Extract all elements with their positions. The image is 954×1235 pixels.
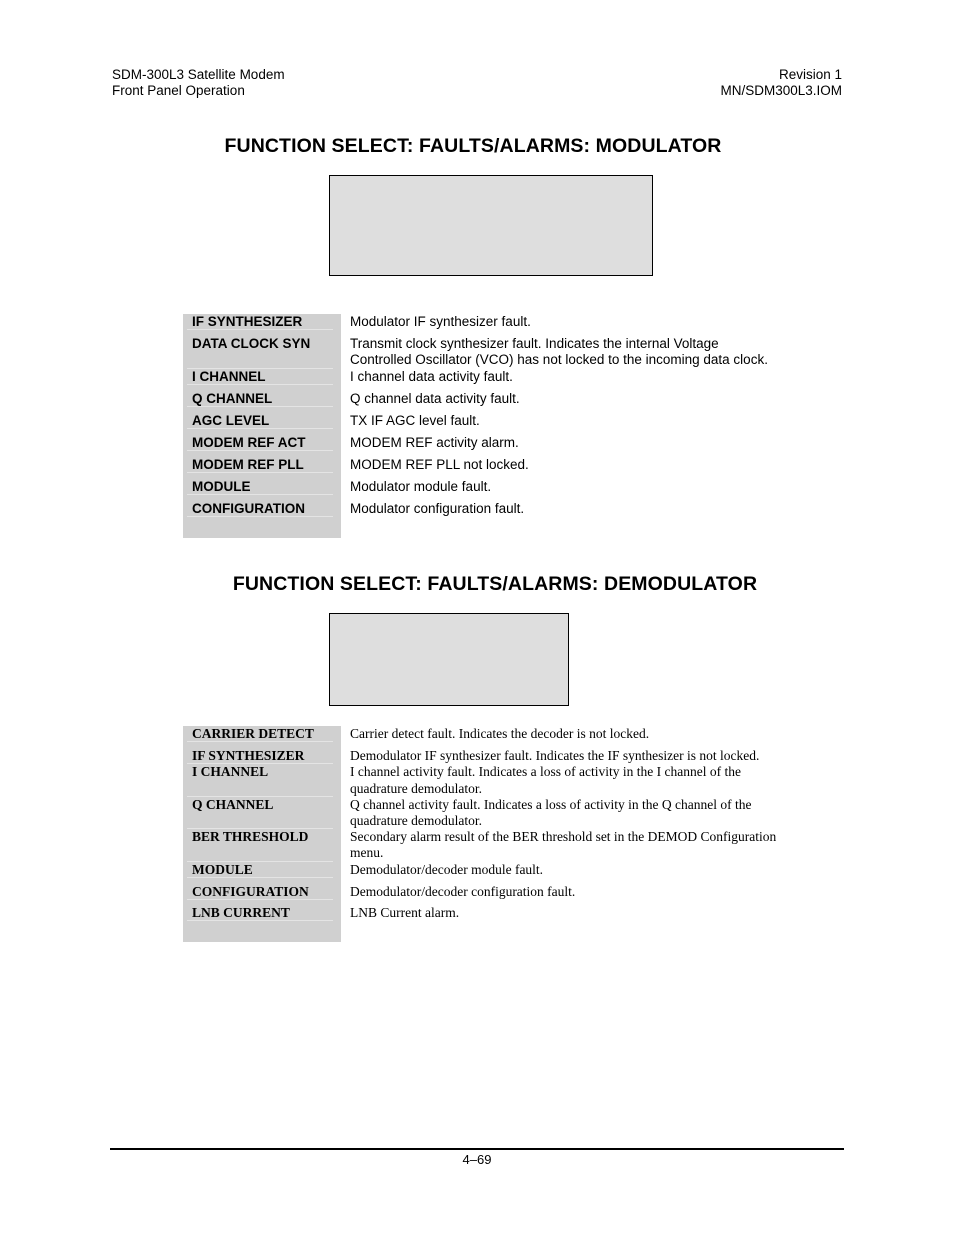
table-row: MODEM REF ACT MODEM REF activity alarm. bbox=[183, 434, 783, 452]
fault-description: I channel data activity fault. bbox=[350, 368, 513, 384]
fault-name: MODEM REF PLL bbox=[183, 457, 341, 474]
fault-description: Modulator IF synthesizer fault. bbox=[350, 314, 531, 329]
chapter-title: Front Panel Operation bbox=[112, 83, 245, 98]
table-row: AGC LEVEL TX IF AGC level fault. bbox=[183, 412, 783, 430]
fault-description: Demodulator IF synthesizer fault. Indica… bbox=[350, 748, 760, 764]
fault-description: Transmit clock synthesizer fault. Indica… bbox=[350, 336, 768, 368]
fault-name: MODULE bbox=[183, 862, 341, 879]
table-row: MODULE Modulator module fault. bbox=[183, 478, 783, 496]
fault-name: BER THRESHOLD bbox=[183, 829, 341, 863]
fault-name: MODEM REF ACT bbox=[183, 435, 341, 452]
table-row: I CHANNEL I channel activity fault. Indic… bbox=[183, 764, 783, 798]
fault-description: LNB Current alarm. bbox=[350, 905, 460, 921]
table-row: DATA CLOCK SYN Transmit clock synthesizer… bbox=[183, 336, 783, 369]
modulator-faults-table: IF SYNTHESIZER Modulator IF synthesizer f… bbox=[183, 314, 783, 538]
fault-description: Modulator module fault. bbox=[350, 478, 492, 494]
fault-description: Demodulator/decoder module fault. bbox=[350, 861, 544, 877]
fault-name: Q CHANNEL bbox=[183, 797, 341, 830]
table-row: IF SYNTHESIZER Demodulator IF synthesizer… bbox=[183, 748, 783, 765]
page-number: 4–69 bbox=[462, 1152, 492, 1167]
fault-name: MODULE bbox=[183, 479, 341, 496]
table-row: CARRIER DETECT Carrier detect fault. Indi… bbox=[183, 726, 783, 743]
demodulator-section-title: FUNCTION SELECT: FAULTS/ALARMS: DEMODULA… bbox=[232, 573, 758, 595]
table-row: LNB CURRENT LNB Current alarm. bbox=[183, 905, 783, 922]
fault-name: IF SYNTHESIZER bbox=[183, 314, 341, 331]
fault-name: DATA CLOCK SYN bbox=[183, 336, 341, 369]
table-row: CONFIGURATION Modulator configuration fau… bbox=[183, 500, 783, 518]
fault-description: Demodulator/decoder configuration fault. bbox=[350, 883, 576, 899]
fault-description: Secondary alarm result of the BER thresh… bbox=[350, 829, 777, 861]
fault-description: Modulator configuration fault. bbox=[350, 500, 525, 516]
fault-name: CONFIGURATION bbox=[183, 884, 341, 901]
table-row: I CHANNEL I channel data activity fault. bbox=[183, 368, 783, 386]
document-number: MN/SDM300L3.IOM bbox=[720, 83, 842, 98]
table-row: IF SYNTHESIZER Modulator IF synthesizer f… bbox=[183, 314, 783, 331]
fault-name: IF SYNTHESIZER bbox=[183, 748, 341, 765]
fault-name: AGC LEVEL bbox=[183, 413, 341, 430]
table-row: MODULE Demodulator/decoder module fault. bbox=[183, 861, 783, 879]
table-row: CONFIGURATION Demodulator/decoder configu… bbox=[183, 883, 783, 901]
fault-description: Carrier detect fault. Indicates the deco… bbox=[350, 726, 650, 741]
table-row: Q CHANNEL Q channel data activity fault. bbox=[183, 390, 783, 408]
modulator-rows: IF SYNTHESIZER Modulator IF synthesizer f… bbox=[183, 314, 783, 518]
fault-description: Q channel data activity fault. bbox=[350, 390, 520, 406]
fault-description: Q channel activity fault. Indicates a lo… bbox=[350, 796, 752, 829]
modulator-lcd-display bbox=[329, 175, 653, 276]
fault-description: MODEM REF activity alarm. bbox=[350, 434, 519, 450]
demodulator-faults-table: CARRIER DETECT Carrier detect fault. Indi… bbox=[183, 726, 783, 942]
demodulator-rows: CARRIER DETECT Carrier detect fault. Indi… bbox=[183, 726, 783, 922]
header-left: SDM-300L3 Satellite Modem Front Panel Op… bbox=[112, 67, 285, 99]
modulator-section-title: FUNCTION SELECT: FAULTS/ALARMS: MODULATO… bbox=[224, 135, 722, 157]
fault-name: CONFIGURATION bbox=[183, 501, 341, 518]
document-title: SDM-300L3 Satellite Modem bbox=[112, 67, 285, 82]
footer-divider bbox=[110, 1148, 844, 1150]
fault-name: Q CHANNEL bbox=[183, 391, 341, 408]
fault-name: LNB CURRENT bbox=[183, 905, 341, 922]
fault-name: CARRIER DETECT bbox=[183, 726, 341, 743]
fault-name: I CHANNEL bbox=[183, 764, 341, 798]
revision-label: Revision 1 bbox=[778, 67, 842, 82]
header-right: Revision 1 MN/SDM300L3.IOM bbox=[720, 67, 842, 99]
demodulator-lcd-display bbox=[329, 613, 569, 706]
fault-description: TX IF AGC level fault. bbox=[350, 412, 480, 428]
fault-description: MODEM REF PLL not locked. bbox=[350, 456, 529, 472]
table-row: Q CHANNEL Q channel activity fault. Indic… bbox=[183, 796, 783, 830]
table-row: BER THRESHOLD Secondary alarm result of t… bbox=[183, 829, 783, 863]
table-row: MODEM REF PLL MODEM REF PLL not locked. bbox=[183, 456, 783, 474]
fault-description: I channel activity fault. Indicates a lo… bbox=[350, 764, 741, 796]
fault-name: I CHANNEL bbox=[183, 369, 341, 386]
